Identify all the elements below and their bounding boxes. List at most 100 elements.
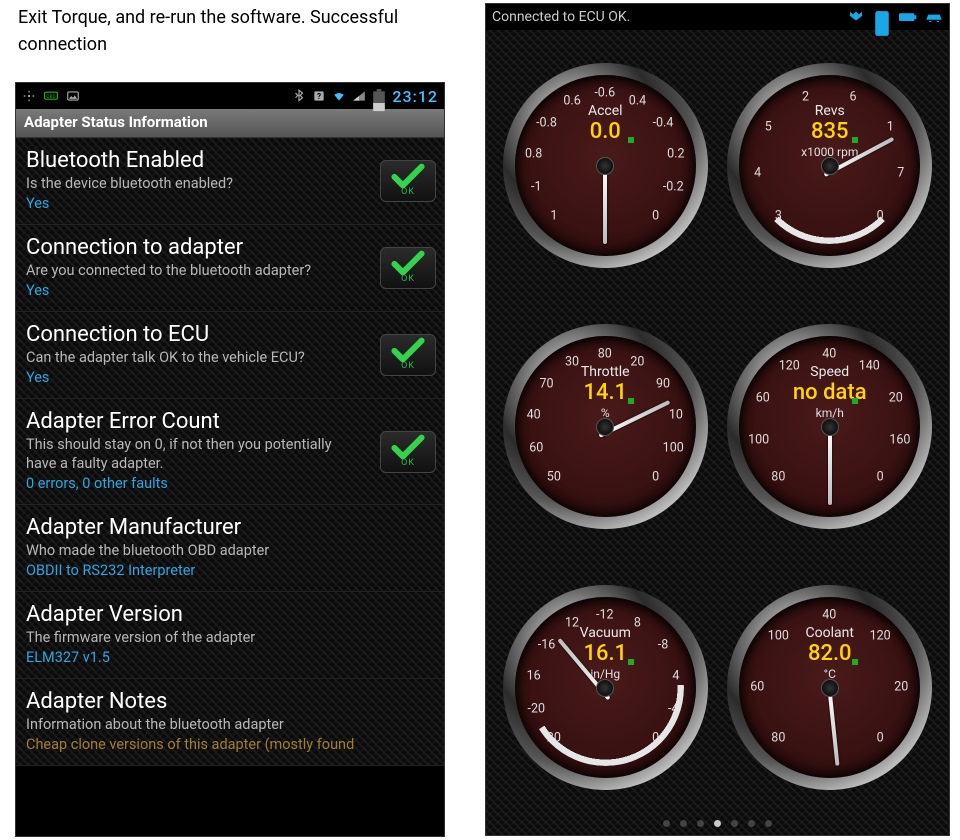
- status-title: Connection to ECU: [26, 322, 434, 347]
- gps-crosshair-icon: [22, 89, 36, 103]
- screen-title: Adapter Status Information: [16, 109, 444, 138]
- gauge-tick: 30: [565, 354, 579, 369]
- gauge-tick: 50: [547, 469, 561, 484]
- status-value: Yes: [26, 282, 434, 299]
- page-dot[interactable]: [697, 820, 704, 827]
- status-value: ELM327 v1.5: [26, 649, 434, 666]
- gauge-vacuum[interactable]: Vacuum16.1in/Hg20-2016-1612-128-84-40: [503, 585, 708, 790]
- gauge-tick: 20: [630, 354, 644, 369]
- status-desc: The firmware version of the adapter: [26, 629, 356, 647]
- instruction-caption: Exit Torque, and re-run the software. Su…: [18, 4, 478, 58]
- status-row[interactable]: Connection to ECU Can the adapter talk OK…: [16, 312, 444, 399]
- image-icon: [66, 89, 80, 103]
- gauge-tick: 80: [598, 347, 612, 362]
- gauge-hub: [596, 418, 614, 436]
- status-row[interactable]: Adapter Manufacturer Who made the bluetoo…: [16, 505, 444, 592]
- gauge-dashboard[interactable]: Accel0.01-10.8-0.80.6-0.60.4-0.40.2-0.20…: [486, 30, 949, 835]
- status-desc: Are you connected to the bluetooth adapt…: [26, 262, 356, 280]
- status-row[interactable]: Connection to adapter Are you connected t…: [16, 225, 444, 312]
- gauge-tick: 0.8: [525, 146, 542, 161]
- gauge-hub: [821, 157, 839, 175]
- check-icon: [391, 434, 425, 460]
- gauge-tick: 0.6: [563, 93, 580, 108]
- status-title: Adapter Version: [26, 602, 434, 627]
- gauge-label: Speed: [739, 364, 920, 380]
- gauge-hub: [596, 679, 614, 697]
- status-value: Yes: [26, 195, 434, 212]
- gauge-tick: 160: [889, 433, 910, 448]
- check-icon: [391, 163, 425, 189]
- gauge-tick: 40: [822, 608, 836, 623]
- svg-text:?: ?: [317, 91, 321, 101]
- gauge-dial: Throttle14.1%5060407030802090101000: [515, 336, 696, 517]
- dashboard-top-bar: Connected to ECU OK.: [486, 4, 949, 30]
- gauge-dial: Revs835x1000 rpm34526170: [739, 75, 920, 256]
- gauge-coolant[interactable]: Coolant82.0°C806010040120200: [727, 585, 932, 790]
- status-value: OBDII to RS232 Interpreter: [26, 562, 434, 579]
- check-icon: [391, 337, 425, 363]
- status-row[interactable]: Adapter NotesInformation about the bluet…: [16, 679, 444, 766]
- bluetooth-icon: [292, 89, 306, 103]
- gauge-tick: 10: [669, 407, 683, 422]
- status-row[interactable]: Adapter Version The firmware version of t…: [16, 592, 444, 679]
- page-dot[interactable]: [680, 820, 687, 827]
- gauge-tick: 100: [768, 629, 789, 644]
- gauge-revs[interactable]: Revs835x1000 rpm34526170: [727, 63, 932, 268]
- status-title: Connection to adapter: [26, 235, 434, 260]
- gauge-throttle[interactable]: Throttle14.1%5060407030802090101000: [503, 324, 708, 529]
- check-icon: [391, 250, 425, 276]
- gauge-tick: 40: [822, 347, 836, 362]
- status-desc: Is the device bluetooth enabled?: [26, 175, 356, 193]
- gauge-led-icon: [628, 398, 634, 404]
- phone-screenshot-status: OBD ? 23:12 Adapter Status Information B…: [15, 82, 445, 837]
- obd-icon: OBD: [44, 89, 58, 103]
- gauge-led-icon: [852, 659, 858, 665]
- gauge-tick: 80: [771, 730, 785, 745]
- status-row[interactable]: Adapter Error CountThis should stay on 0…: [16, 399, 444, 504]
- gauge-hub: [821, 418, 839, 436]
- gauge-tick: 100: [663, 441, 684, 456]
- status-title: Bluetooth Enabled: [26, 148, 434, 173]
- status-desc: This should stay on 0, if not then you p…: [26, 436, 356, 472]
- gauge-tick: 0: [652, 469, 659, 484]
- status-row[interactable]: Bluetooth Enabled Is the device bluetooth…: [16, 138, 444, 225]
- wifi-icon: [332, 89, 346, 103]
- gauge-tick: -0.4: [653, 115, 674, 130]
- gauge-led-icon: [852, 398, 858, 404]
- gauge-accel[interactable]: Accel0.01-10.8-0.80.6-0.60.4-0.40.2-0.20: [503, 63, 708, 268]
- svg-text:OBD: OBD: [46, 94, 55, 100]
- battery-icon: [372, 89, 386, 103]
- page-dot[interactable]: [748, 820, 755, 827]
- page-dot[interactable]: [765, 820, 772, 827]
- gauge-tick: 90: [656, 376, 670, 391]
- page-indicator[interactable]: [486, 820, 949, 827]
- gauge-dial: Coolant82.0°C806010040120200: [739, 597, 920, 778]
- page-dot[interactable]: [731, 820, 738, 827]
- status-ok-badge: OK: [380, 334, 436, 376]
- status-value: 0 errors, 0 other faults: [26, 475, 434, 492]
- gauge-dial: Vacuum16.1in/Hg20-2016-1612-128-84-40: [515, 597, 696, 778]
- status-desc: Can the adapter talk OK to the vehicle E…: [26, 349, 356, 367]
- status-title: Adapter Notes: [26, 689, 434, 714]
- battery-icon: [899, 10, 917, 24]
- page-dot[interactable]: [663, 820, 670, 827]
- gauge-tick: 80: [771, 469, 785, 484]
- gps-satellite-icon: [847, 10, 865, 24]
- phone-screenshot-gauges: Connected to ECU OK. Accel0.01-10.8-0.80…: [485, 3, 950, 836]
- gauge-tick: 120: [870, 629, 891, 644]
- status-title: Adapter Manufacturer: [26, 515, 434, 540]
- gauge-speed[interactable]: Speedno datakm/h801006012040140201600: [727, 324, 932, 529]
- car-icon: [925, 10, 943, 24]
- help-icon: ?: [312, 89, 326, 103]
- status-value-truncated: Cheap clone versions of this adapter (mo…: [26, 736, 434, 753]
- adapter-status-list[interactable]: Bluetooth Enabled Is the device bluetooth…: [16, 138, 444, 766]
- gauge-tick: -0.8: [536, 115, 557, 130]
- gauge-tick: 60: [529, 441, 543, 456]
- page-dot[interactable]: [714, 820, 721, 827]
- phone-icon: [873, 10, 891, 24]
- gauge-needle: [828, 427, 832, 505]
- gauge-needle: [827, 687, 839, 765]
- gauge-tick: 40: [527, 407, 541, 422]
- gauge-led-icon: [628, 137, 634, 143]
- status-desc: Who made the bluetooth OBD adapter: [26, 542, 356, 560]
